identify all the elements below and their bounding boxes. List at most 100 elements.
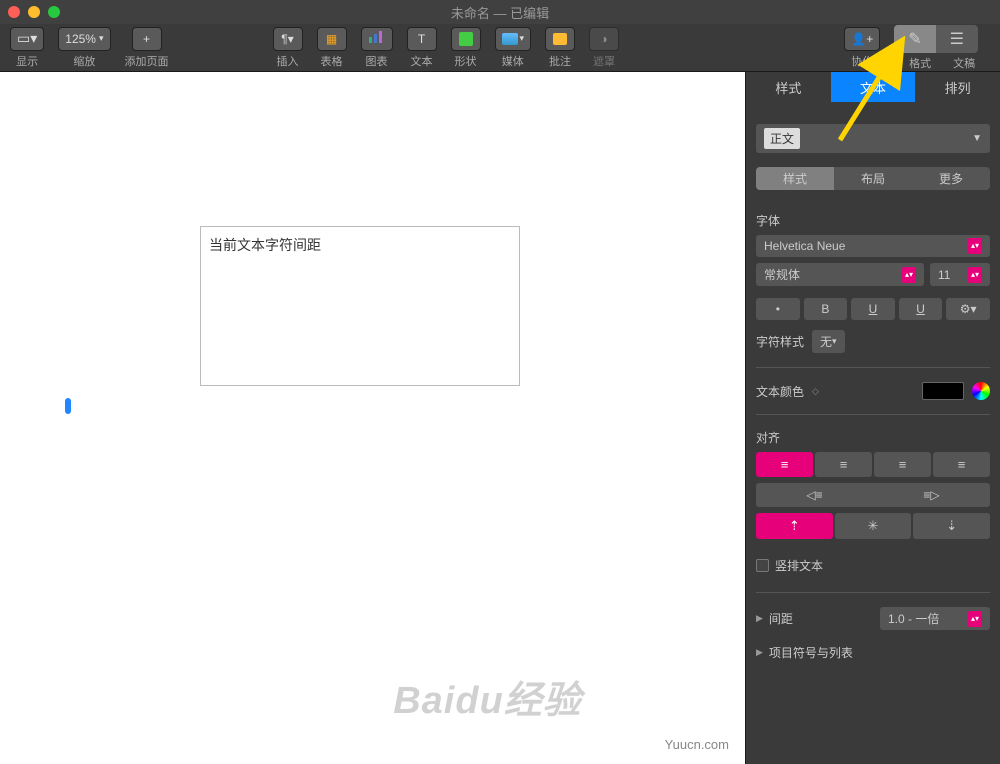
comments-button[interactable] [545,27,575,51]
align-left-icon: ≡ [781,457,789,472]
align-right-button[interactable]: ≡ [874,452,931,477]
strikethrough-button[interactable]: U [899,298,943,320]
chevron-down-icon: ▾ [99,33,104,44]
doc-icon: ☰ [950,31,964,48]
font-section-label: 字体 [756,212,990,229]
format-inspector-button[interactable]: ✎ [894,25,935,53]
paragraph-icon: ¶▾ [281,32,293,46]
indent-icon: ≡▷ [923,488,939,502]
shape-button[interactable] [451,27,481,51]
spacing-label: 间距 [769,610,793,627]
advanced-options-button[interactable]: ⚙▾ [946,298,990,320]
site-watermark: Yuucn.com [665,737,729,752]
media-button[interactable]: ▾ [495,27,532,51]
bullets-label: 项目符号与列表 [769,644,853,661]
decrease-indent-button[interactable]: ◁≡ [756,483,873,507]
text-label: 文本 [411,53,433,69]
outdent-icon: ◁≡ [806,488,822,502]
underline-button[interactable]: U [851,298,895,320]
media-label: 媒体 [502,53,524,69]
text-subtabs: 样式 布局 更多 [756,167,990,190]
align-center-button[interactable]: ≡ [815,452,872,477]
document-canvas[interactable]: 当前文本字符间距 Baidu经验 Yuucn.com [0,72,745,764]
table-icon: ▦ [326,32,337,46]
text-icon: T [418,32,425,46]
align-section-label: 对齐 [756,429,990,446]
valign-middle-icon: ✳ [868,518,879,533]
subtab-more[interactable]: 更多 [912,167,990,190]
paragraph-style-dropdown[interactable]: 正文 ▼ [756,124,990,153]
zoom-window-button[interactable] [48,6,60,18]
font-size-stepper[interactable]: 11 ▴▾ [930,263,990,286]
stepper-arrows-icon: ▴▾ [902,267,916,283]
shape-icon [459,32,473,46]
tab-arrange[interactable]: 排列 [915,72,1000,102]
zoom-label: 缩放 [73,53,95,69]
doc-label: 文稿 [953,55,975,71]
spacing-disclosure[interactable]: ▶ 间距 1.0 - 一倍 ▴▾ [756,607,990,630]
chart-button[interactable] [361,27,393,51]
increase-indent-button[interactable]: ≡▷ [873,483,990,507]
align-justify-icon: ≡ [958,457,966,472]
person-plus-icon: 👤+ [851,32,873,46]
bullets-disclosure[interactable]: ▶ 项目符号与列表 [756,644,990,661]
char-style-select[interactable]: 无 ▾ [812,330,845,353]
gear-icon: ⚙▾ [960,302,977,316]
inspector-toggle: ✎ ☰ [894,25,978,53]
zoom-dropdown[interactable]: 125%▾ [58,27,110,51]
insert-label: 插入 [277,53,299,69]
insert-button[interactable]: ¶▾ [273,27,303,51]
color-wheel-button[interactable] [972,382,990,400]
triangle-right-icon: ▶ [756,647,763,658]
align-left-button[interactable]: ≡ [756,452,813,477]
inspector-panel: 样式 文本 排列 正文 ▼ 样式 布局 更多 字体 Helvetica Neue… [745,72,1000,764]
align-right-icon: ≡ [899,457,907,472]
align-center-icon: ≡ [840,457,848,472]
brush-icon: ✎ [908,31,921,48]
chart-icon [368,30,386,47]
watermark: Baidu经验 [260,669,715,724]
document-inspector-button[interactable]: ☰ [936,25,978,53]
table-button[interactable]: ▦ [317,27,347,51]
comment-icon [553,33,567,45]
window-titlebar: 未命名 — 已编辑 [0,0,1000,24]
valign-top-icon: ⇡ [789,518,800,533]
shape-label: 形状 [455,53,477,69]
valign-bottom-icon: ⇣ [946,518,957,533]
subtab-style[interactable]: 样式 [756,167,834,190]
collab-button[interactable]: 👤+ [844,27,880,51]
subtab-layout[interactable]: 布局 [834,167,912,190]
text-color-button[interactable]: • [756,298,800,320]
spacing-select[interactable]: 1.0 - 一倍 ▴▾ [880,607,990,630]
stepper-arrows-icon: ▴▾ [968,238,982,254]
align-justify-button[interactable]: ≡ [933,452,990,477]
stepper-arrows-icon: ▴▾ [968,611,982,627]
tab-text[interactable]: 文本 [831,72,916,102]
text-color-label: 文本颜色 [756,383,804,400]
close-window-button[interactable] [8,6,20,18]
valign-top-button[interactable]: ⇡ [756,513,833,539]
vertical-text-checkbox[interactable] [756,559,769,572]
window-title: 未命名 — 已编辑 [451,3,549,22]
bullet-icon: • [776,302,780,316]
text-button[interactable]: T [407,27,437,51]
add-page-button[interactable]: + [132,27,162,51]
chevron-down-icon: ▾ [832,336,837,347]
main-toolbar: ▭▾ 显示 125%▾ 缩放 + 添加页面 ¶▾ 插入 ▦ 表格 图表 T 文本… [0,24,1000,72]
text-box[interactable]: 当前文本字符间距 [200,226,520,386]
view-menu-button[interactable]: ▭▾ [10,27,44,51]
valign-middle-button[interactable]: ✳ [835,513,912,539]
valign-bottom-button[interactable]: ⇣ [913,513,990,539]
triangle-right-icon: ▶ [756,613,763,624]
chart-label: 图表 [366,53,388,69]
minimize-window-button[interactable] [28,6,40,18]
font-family-select[interactable]: Helvetica Neue ▴▾ [756,235,990,257]
bold-button[interactable]: B [804,298,848,320]
vertical-text-label: 竖排文本 [775,557,823,574]
text-color-swatch[interactable] [922,382,964,400]
mask-button: ◑ [589,27,619,51]
format-label: 格式 [909,55,931,71]
tab-style[interactable]: 样式 [746,72,831,102]
font-weight-select[interactable]: 常规体 ▴▾ [756,263,924,286]
textbox-content: 当前文本字符间距 [209,237,321,253]
